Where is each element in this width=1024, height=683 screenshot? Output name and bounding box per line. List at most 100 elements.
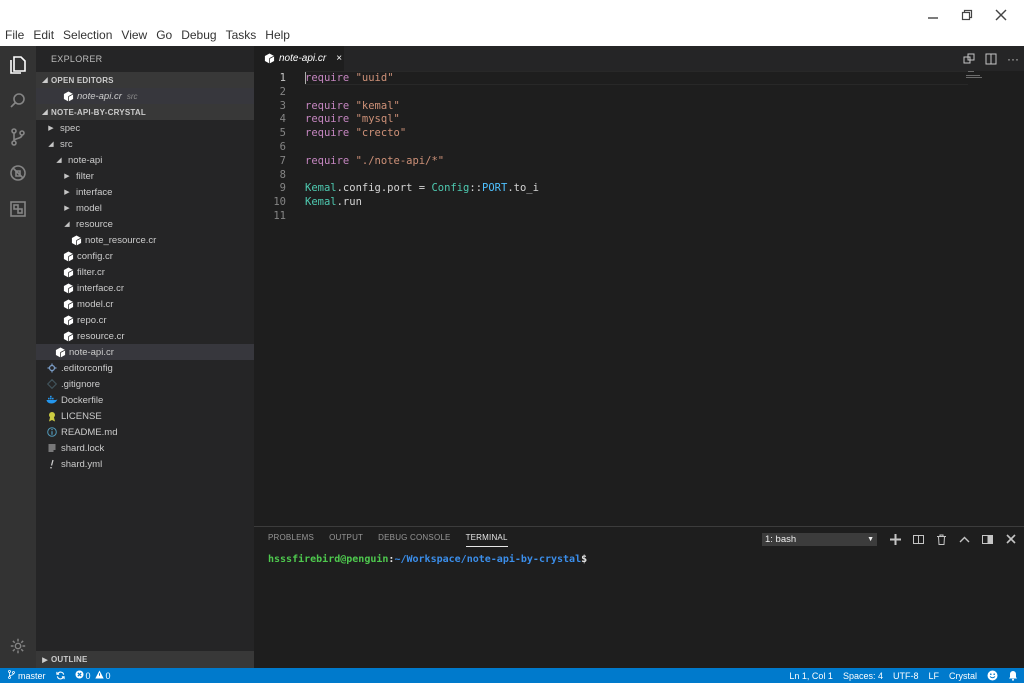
- cursor-position[interactable]: Ln 1, Col 1: [789, 671, 833, 681]
- menu-item-help[interactable]: Help: [260, 28, 294, 42]
- terminal-select[interactable]: 1: bash ▼: [762, 533, 877, 546]
- project-header[interactable]: ◢ NOTE-API-BY-CRYSTAL: [36, 104, 254, 120]
- activity-bar: [0, 46, 36, 668]
- code-line[interactable]: 7 require "./note-api/*": [254, 154, 964, 168]
- menu-item-selection[interactable]: Selection: [58, 28, 116, 42]
- panel-tab-output[interactable]: OUTPUT: [329, 533, 363, 547]
- code-token: ::: [469, 182, 483, 195]
- code-editor[interactable]: 1 require "uuid" 2 3 require "kemal" 4 require…: [254, 71, 1024, 526]
- tree-file[interactable]: config.cr: [36, 248, 254, 264]
- code-token: require: [305, 113, 350, 126]
- code-line[interactable]: 1 require "uuid": [254, 71, 968, 85]
- tree-file[interactable]: shard.yml: [36, 456, 254, 472]
- code-line[interactable]: 10 Kemal.run: [254, 195, 964, 209]
- open-editor-item[interactable]: note-api.cr src: [36, 88, 254, 104]
- panel-tab-problems[interactable]: PROBLEMS: [268, 533, 314, 547]
- more-actions-icon[interactable]: ···: [1002, 48, 1024, 70]
- open-changes-icon[interactable]: [958, 48, 980, 70]
- outline-header[interactable]: ▶ OUTLINE: [36, 651, 254, 668]
- tree-folder[interactable]: ◢ src: [36, 136, 254, 152]
- tab-close-icon[interactable]: ×: [336, 53, 342, 64]
- open-editors-label: OPEN EDITORS: [51, 75, 114, 85]
- code-line[interactable]: 5 require "crecto": [254, 126, 964, 140]
- tree-file[interactable]: README.md: [36, 424, 254, 440]
- line-number: 3: [279, 99, 286, 112]
- terminal-output[interactable]: hsssfirebird@penguin:~/Workspace/note-ap…: [268, 554, 587, 565]
- extensions-icon[interactable]: [0, 191, 36, 227]
- debug-icon[interactable]: [0, 155, 36, 191]
- tree-file[interactable]: .editorconfig: [36, 360, 254, 376]
- editor-tab[interactable]: note-api.cr ×: [254, 46, 344, 71]
- maximize-panel-icon[interactable]: [953, 530, 976, 548]
- code-line[interactable]: 3 require "kemal": [254, 99, 964, 113]
- notifications-bell-icon[interactable]: [1008, 670, 1018, 681]
- code-line[interactable]: 11: [254, 209, 964, 223]
- tree-folder[interactable]: ▶ interface: [36, 184, 254, 200]
- tree-item-label: src: [60, 138, 73, 150]
- open-editors-header[interactable]: ◢ OPEN EDITORS: [36, 72, 254, 88]
- close-icon[interactable]: [984, 4, 1018, 26]
- minimize-icon[interactable]: [916, 4, 950, 26]
- tree-file[interactable]: note_resource.cr: [36, 232, 254, 248]
- line-number: 9: [279, 182, 286, 195]
- tree-folder[interactable]: ▶ spec: [36, 120, 254, 136]
- restore-icon[interactable]: [950, 4, 984, 26]
- code-line[interactable]: 9 Kemal.config.port = Config::PORT.to_i: [254, 181, 964, 195]
- tree-file[interactable]: .gitignore: [36, 376, 254, 392]
- tree-folder[interactable]: ◢ note-api: [36, 152, 254, 168]
- tree-file[interactable]: interface.cr: [36, 280, 254, 296]
- problems-indicator[interactable]: 0 0: [75, 670, 111, 681]
- new-terminal-icon[interactable]: [884, 530, 907, 548]
- trash-icon[interactable]: [930, 530, 953, 548]
- menu-item-edit[interactable]: Edit: [28, 28, 58, 42]
- code-line[interactable]: 6: [254, 140, 964, 154]
- toggle-panel-position-icon[interactable]: [976, 530, 999, 548]
- code-line[interactable]: 2: [254, 85, 964, 99]
- feedback-smiley-icon[interactable]: [987, 670, 998, 681]
- close-panel-icon[interactable]: [999, 530, 1022, 548]
- line-number: 8: [279, 168, 286, 181]
- tree-file[interactable]: filter.cr: [36, 264, 254, 280]
- tree-file[interactable]: resource.cr: [36, 328, 254, 344]
- menu-item-file[interactable]: File: [0, 28, 28, 42]
- source-control-icon[interactable]: [0, 119, 36, 155]
- panel-tab-terminal[interactable]: TERMINAL: [465, 533, 508, 547]
- tree-file[interactable]: repo.cr: [36, 312, 254, 328]
- code-line[interactable]: 4 require "mysql": [254, 112, 964, 126]
- files-icon[interactable]: [0, 47, 36, 83]
- search-icon[interactable]: [0, 83, 36, 119]
- tree-item-label: shard.lock: [61, 442, 105, 454]
- settings-icon[interactable]: [0, 628, 36, 664]
- minimap[interactable]: [966, 71, 984, 85]
- tree-folder[interactable]: ◢ resource: [36, 216, 254, 232]
- sync-icon[interactable]: [55, 671, 65, 680]
- menu-item-tasks[interactable]: Tasks: [221, 28, 261, 42]
- line-number: 4: [279, 113, 286, 126]
- split-terminal-icon[interactable]: [907, 530, 930, 548]
- panel-tab-debug-console[interactable]: DEBUG CONSOLE: [378, 533, 450, 547]
- chevron-right-icon: ▶: [64, 189, 70, 196]
- tree-file[interactable]: shard.lock: [36, 440, 254, 456]
- menu-item-go[interactable]: Go: [151, 28, 176, 42]
- language-mode[interactable]: Crystal: [949, 671, 977, 681]
- lock-file-lines-icon: [46, 442, 58, 454]
- branch-indicator[interactable]: master: [8, 670, 46, 681]
- tree-file[interactable]: note-api.cr: [36, 344, 254, 360]
- tree-file[interactable]: LICENSE: [36, 408, 254, 424]
- split-editor-icon[interactable]: [980, 48, 1002, 70]
- code-line[interactable]: 8: [254, 168, 964, 182]
- tree-folder[interactable]: ▶ filter: [36, 168, 254, 184]
- code-content: Kemal.run: [305, 196, 362, 208]
- menu-item-debug[interactable]: Debug: [176, 28, 220, 42]
- indentation[interactable]: Spaces: 4: [843, 671, 883, 681]
- tree-file[interactable]: model.cr: [36, 296, 254, 312]
- menu-item-view[interactable]: View: [116, 28, 151, 42]
- end-of-line[interactable]: LF: [928, 671, 939, 681]
- tree-item-label: interface: [76, 186, 113, 198]
- encoding[interactable]: UTF-8: [893, 671, 919, 681]
- chevron-right-icon: ▶: [64, 173, 70, 180]
- code-token: .to_i: [507, 182, 539, 195]
- tree-folder[interactable]: ▶ model: [36, 200, 254, 216]
- branch-icon: [8, 670, 15, 681]
- tree-file[interactable]: Dockerfile: [36, 392, 254, 408]
